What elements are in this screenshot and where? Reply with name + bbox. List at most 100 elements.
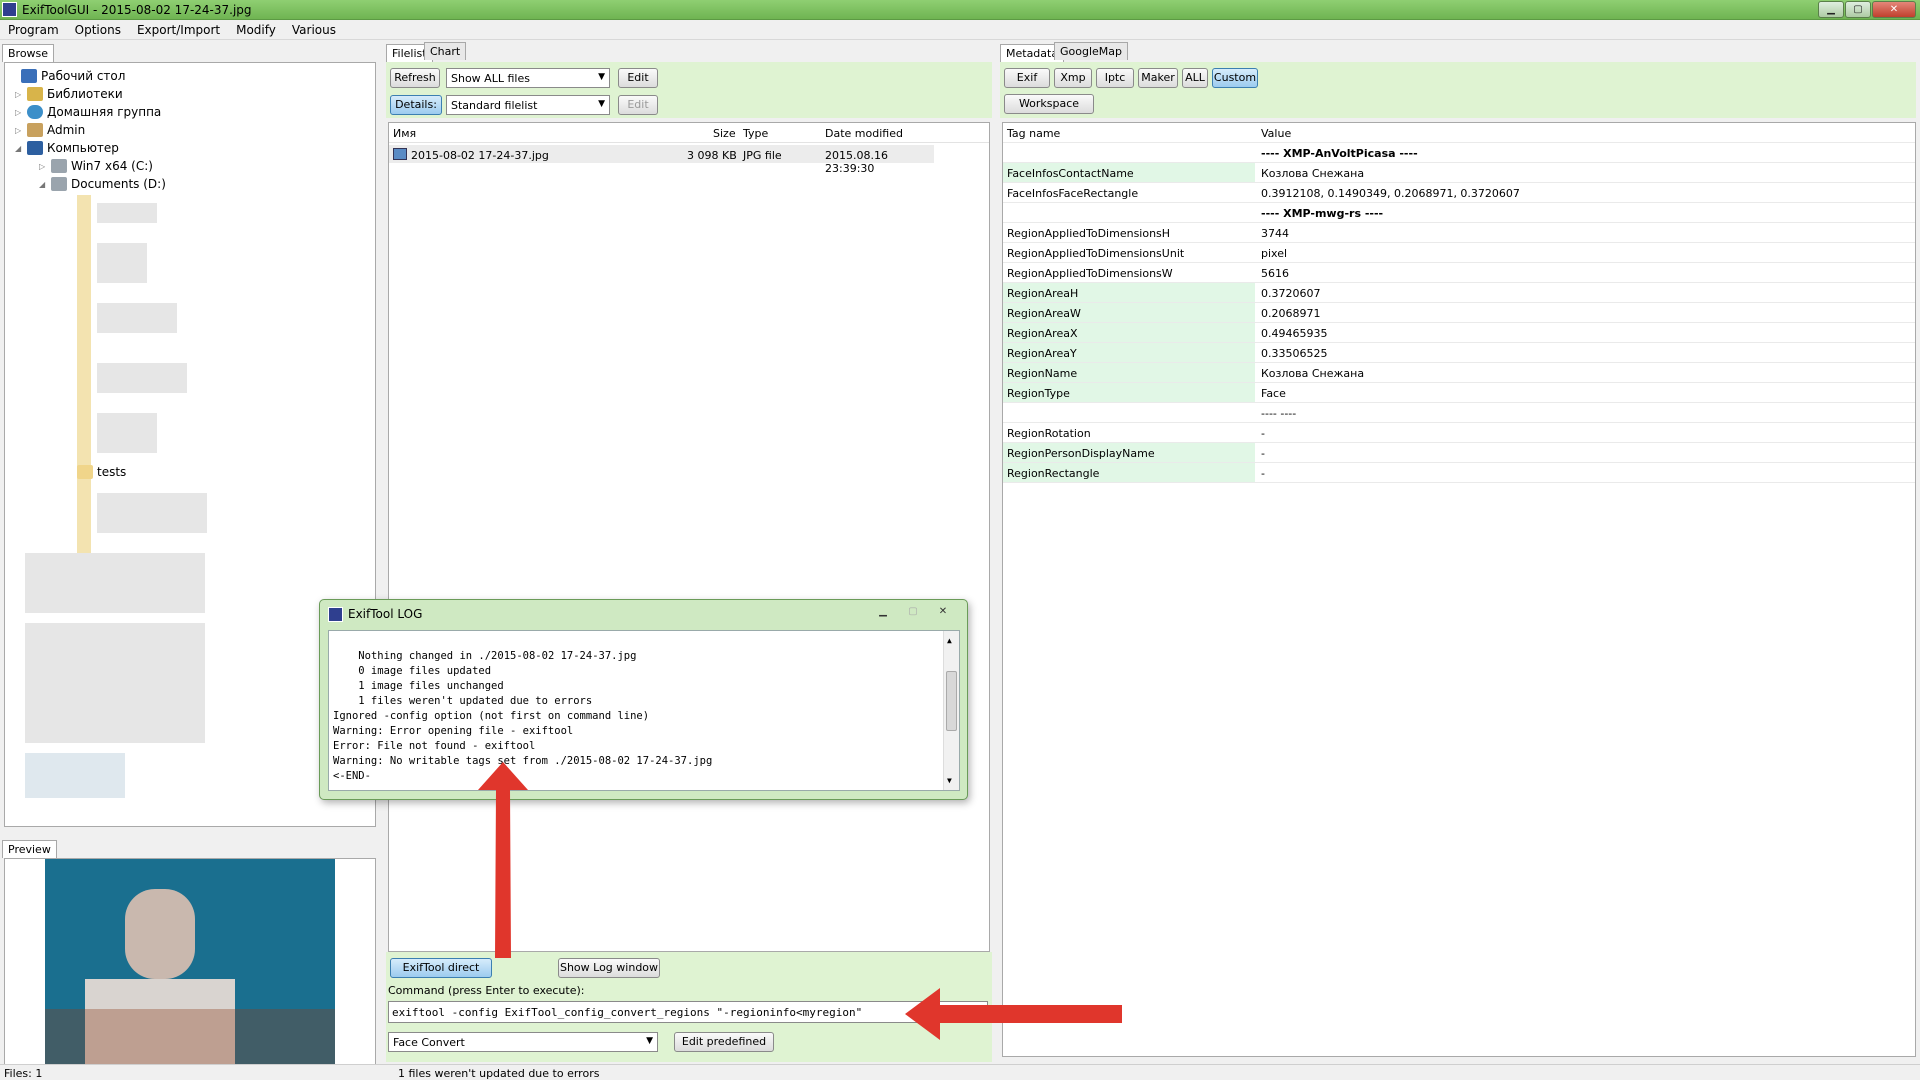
tree-expander[interactable]: ▷ <box>15 108 27 117</box>
tree-item-computer[interactable]: ◢ Компьютер <box>15 139 119 157</box>
metadata-row[interactable]: RegionPersonDisplayName - <box>1003 443 1915 463</box>
edit-view-button[interactable]: Edit <box>618 95 658 115</box>
workspace-button[interactable]: Workspace <box>1004 94 1094 114</box>
filelist-view-select[interactable]: Standard filelist ▼ <box>446 95 610 115</box>
tree-item-admin[interactable]: ▷ Admin <box>15 121 85 139</box>
menu-program[interactable]: Program <box>0 20 67 39</box>
dropdown-arrow-icon: ▼ <box>598 99 605 109</box>
tab-googlemap[interactable]: GoogleMap <box>1054 42 1129 60</box>
tree-expander[interactable]: ▷ <box>15 90 27 99</box>
metadata-row[interactable]: RegionAreaW 0.2068971 <box>1003 303 1915 323</box>
file-type: JPG file <box>743 149 782 162</box>
tree-item-homegroup[interactable]: ▷ Домашняя группа <box>15 103 161 121</box>
metadata-row[interactable]: RegionAreaY 0.33506525 <box>1003 343 1915 363</box>
metadata-row[interactable]: ---- XMP-mwg-rs ---- <box>1003 203 1915 223</box>
menu-options[interactable]: Options <box>67 20 129 39</box>
metadata-row[interactable]: RegionAppliedToDimensionsUnit pixel <box>1003 243 1915 263</box>
minimize-icon[interactable]: ▁ <box>1818 1 1844 18</box>
status-bar: Files: 1 1 files weren't updated due to … <box>0 1064 1920 1080</box>
file-list[interactable]: Имя Size Type Date modified 2015-08-02 1… <box>388 122 990 952</box>
tab-chart[interactable]: Chart <box>424 42 467 60</box>
metadata-row[interactable]: ---- XMP-AnVoltPicasa ---- <box>1003 143 1915 163</box>
metadata-row[interactable]: RegionRotation - <box>1003 423 1915 443</box>
close-icon[interactable]: ✕ <box>929 604 957 620</box>
image-file-icon <box>393 148 407 160</box>
metadata-tag-name: RegionName <box>1003 363 1255 382</box>
metadata-value: 0.2068971 <box>1261 307 1321 320</box>
metadata-tag-name: RegionRotation <box>1007 427 1091 440</box>
maximize-icon[interactable]: ▢ <box>899 604 927 620</box>
file-filter-value: Show ALL files <box>451 72 530 85</box>
tree-item-drive-d[interactable]: ◢ Documents (D:) <box>39 175 166 193</box>
metadata-row[interactable]: RegionAreaH 0.3720607 <box>1003 283 1915 303</box>
metadata-value: Face <box>1261 387 1286 400</box>
column-name[interactable]: Имя <box>393 127 416 140</box>
minimize-icon[interactable]: ▁ <box>869 604 897 620</box>
tree-expander[interactable]: ◢ <box>15 144 27 153</box>
tree-item-tests[interactable]: tests <box>77 463 126 481</box>
metadata-value: 3744 <box>1261 227 1289 240</box>
refresh-button[interactable]: Refresh <box>390 68 440 88</box>
edit-filter-button[interactable]: Edit <box>618 68 658 88</box>
maximize-icon[interactable]: ▢ <box>1845 1 1871 18</box>
file-filter-select[interactable]: Show ALL files ▼ <box>446 68 610 88</box>
predefined-command-select[interactable]: Face Convert ▼ <box>388 1032 658 1052</box>
metadata-row[interactable]: RegionType Face <box>1003 383 1915 403</box>
metadata-row[interactable]: ---- ---- <box>1003 403 1915 423</box>
metadata-row[interactable]: FaceInfosContactName Козлова Снежана <box>1003 163 1915 183</box>
blurred-folders <box>97 243 147 283</box>
file-row[interactable]: 2015-08-02 17-24-37.jpg 3 098 KB JPG fil… <box>389 145 934 175</box>
metadata-value: - <box>1261 427 1265 440</box>
metadata-row[interactable]: RegionName Козлова Снежана <box>1003 363 1915 383</box>
tree-expander[interactable]: ◢ <box>39 180 51 189</box>
scroll-up-icon[interactable]: ▲ <box>947 633 952 648</box>
close-icon[interactable]: ✕ <box>1872 1 1916 18</box>
blurred-folders <box>25 553 205 613</box>
command-label: Command (press Enter to execute): <box>388 984 585 997</box>
metadata-tag-name: RegionPersonDisplayName <box>1003 443 1255 462</box>
menu-various[interactable]: Various <box>284 20 344 39</box>
tab-browse[interactable]: Browse <box>2 44 55 62</box>
tree-item-drive-c[interactable]: ▷ Win7 x64 (C:) <box>39 157 153 175</box>
exif-button[interactable]: Exif <box>1004 68 1050 88</box>
drive-icon <box>51 177 67 191</box>
tree-item-libraries[interactable]: ▷ Библиотеки <box>15 85 123 103</box>
metadata-table[interactable]: Tag name Value ---- XMP-AnVoltPicasa ---… <box>1002 122 1916 1057</box>
menu-export-import[interactable]: Export/Import <box>129 20 228 39</box>
metadata-row[interactable]: FaceInfosFaceRectangle 0.3912108, 0.14903… <box>1003 183 1915 203</box>
log-output[interactable]: Nothing changed in ./2015-08-02 17-24-37… <box>328 630 960 791</box>
show-log-button[interactable]: Show Log window <box>558 958 660 978</box>
log-window[interactable]: ExifTool LOG ▁ ▢ ✕ Nothing changed in ./… <box>319 599 968 800</box>
edit-predefined-button[interactable]: Edit predefined <box>674 1032 774 1052</box>
tree-expander[interactable]: ▷ <box>39 162 51 171</box>
xmp-button[interactable]: Xmp <box>1054 68 1092 88</box>
iptc-button[interactable]: Iptc <box>1096 68 1134 88</box>
column-value[interactable]: Value <box>1257 123 1295 144</box>
maker-button[interactable]: Maker <box>1138 68 1178 88</box>
metadata-row[interactable]: RegionAppliedToDimensionsH 3744 <box>1003 223 1915 243</box>
custom-button[interactable]: Custom <box>1212 68 1258 88</box>
metadata-tag-name <box>1003 203 1255 222</box>
metadata-row[interactable]: RegionRectangle - <box>1003 463 1915 483</box>
menu-modify[interactable]: Modify <box>228 20 284 39</box>
metadata-row[interactable]: RegionAreaX 0.49465935 <box>1003 323 1915 343</box>
tree-item-desktop[interactable]: Рабочий стол <box>9 67 125 85</box>
tree-expander[interactable]: ▷ <box>15 126 27 135</box>
scroll-down-icon[interactable]: ▼ <box>947 773 952 788</box>
preview-photo <box>45 859 335 1065</box>
details-button[interactable]: Details: <box>390 95 442 115</box>
column-size[interactable]: Size <box>713 127 736 140</box>
computer-icon <box>27 141 43 155</box>
tab-preview[interactable]: Preview <box>2 840 57 858</box>
metadata-row[interactable]: RegionAppliedToDimensionsW 5616 <box>1003 263 1915 283</box>
exiftool-direct-button[interactable]: ExifTool direct <box>390 958 492 978</box>
column-date[interactable]: Date modified <box>825 127 903 140</box>
log-scrollbar[interactable]: ▲ ▼ <box>943 631 959 790</box>
filelist-panel: Filelist Chart Refresh Show ALL files ▼ E… <box>384 42 994 1068</box>
metadata-tag-name: RegionAppliedToDimensionsUnit <box>1007 247 1185 260</box>
scroll-thumb[interactable] <box>946 671 957 731</box>
column-tag-name[interactable]: Tag name <box>1003 123 1255 142</box>
command-input[interactable]: exiftool -config ExifTool_config_convert… <box>388 1001 988 1023</box>
column-type[interactable]: Type <box>743 127 768 140</box>
all-button[interactable]: ALL <box>1182 68 1208 88</box>
